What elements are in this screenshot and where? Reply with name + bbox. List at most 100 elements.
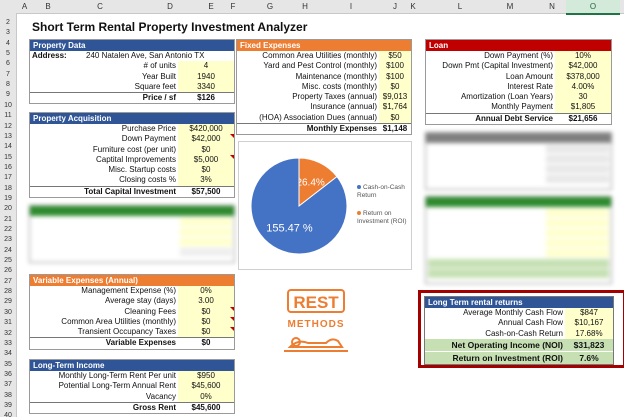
cash-on-cash-value[interactable]: 17.68% xyxy=(565,328,613,339)
variable-expenses-total[interactable]: $0 xyxy=(178,338,234,349)
yard-pest-value[interactable]: $100 xyxy=(379,61,411,72)
row-header[interactable]: 6 xyxy=(0,60,16,67)
row-header[interactable]: 24 xyxy=(0,247,16,254)
row-header[interactable]: 19 xyxy=(0,195,16,202)
row-header[interactable]: 30 xyxy=(0,309,16,316)
average-stay-value[interactable]: 3.00 xyxy=(178,296,234,307)
comment-marker[interactable] xyxy=(230,154,234,159)
startup-costs-value[interactable]: $0 xyxy=(178,165,234,176)
annual-cashflow-value[interactable]: $10,167 xyxy=(565,318,613,329)
address-value[interactable]: 240 Natalen Ave, San Antonio TX xyxy=(86,51,204,61)
monthly-rent-value[interactable]: $950 xyxy=(178,371,234,382)
row-header[interactable]: 8 xyxy=(0,81,16,88)
amortization-value[interactable]: 30 xyxy=(555,92,611,103)
row-header[interactable]: 11 xyxy=(0,112,16,119)
row-header[interactable]: 17 xyxy=(0,174,16,181)
row-header[interactable]: 9 xyxy=(0,91,16,98)
total-capital-value[interactable]: $57,500 xyxy=(178,186,234,198)
property-taxes-value[interactable]: $9,013 xyxy=(379,92,411,103)
gross-rent-value[interactable]: $45,600 xyxy=(178,402,234,414)
comment-marker[interactable] xyxy=(230,327,234,332)
col-header-l[interactable]: L xyxy=(445,2,475,11)
row-header[interactable]: 14 xyxy=(0,143,16,150)
interest-rate-value[interactable]: 4.00% xyxy=(555,81,611,93)
insurance-value[interactable]: $1,764 xyxy=(379,102,411,113)
down-payment-capital-value[interactable]: $42,000 xyxy=(555,61,611,72)
capital-improvements-value[interactable]: $5,000 xyxy=(178,154,234,166)
col-header-i[interactable]: I xyxy=(336,2,366,11)
row-header[interactable]: 16 xyxy=(0,164,16,171)
col-header-n[interactable]: N xyxy=(537,2,567,11)
col-header-h[interactable]: H xyxy=(290,2,320,11)
comment-marker[interactable] xyxy=(230,316,234,321)
col-header-b[interactable]: B xyxy=(33,2,63,11)
row-header[interactable]: 15 xyxy=(0,154,16,161)
row-header[interactable]: 32 xyxy=(0,330,16,337)
row-header[interactable]: 4 xyxy=(0,40,16,47)
row-header[interactable]: 21 xyxy=(0,216,16,223)
noi-value[interactable]: $31,823 xyxy=(565,338,613,351)
row-header[interactable]: 5 xyxy=(0,50,16,57)
row-header[interactable]: 20 xyxy=(0,205,16,212)
col-header-e[interactable]: E xyxy=(196,2,226,11)
annual-rent-value[interactable]: $45,600 xyxy=(178,381,234,392)
fixed-utilities-value[interactable]: $50 xyxy=(379,51,411,62)
row-header[interactable]: 18 xyxy=(0,185,16,192)
cleaning-fees-value[interactable]: $0 xyxy=(178,306,234,317)
year-built-value[interactable]: 1940 xyxy=(178,71,234,82)
monthly-payment-value[interactable]: $1,805 xyxy=(555,102,611,113)
returns-pie-chart[interactable]: 26.4% 155.47 % Cash-on-Cash Return Return… xyxy=(238,141,412,270)
col-header-a[interactable]: A xyxy=(17,2,32,11)
col-header-o[interactable]: O xyxy=(566,0,620,15)
management-expense-value[interactable]: 0% xyxy=(178,286,234,297)
vacancy-value[interactable]: 0% xyxy=(178,391,234,402)
comment-marker[interactable] xyxy=(230,134,234,139)
monthly-expenses-total[interactable]: $1,148 xyxy=(379,124,411,135)
row-header[interactable]: 38 xyxy=(0,392,16,399)
row-header[interactable]: 13 xyxy=(0,133,16,140)
row-header[interactable]: 27 xyxy=(0,278,16,285)
row-header[interactable]: 36 xyxy=(0,371,16,378)
down-payment-pct-value[interactable]: 10% xyxy=(555,51,611,62)
row-header[interactable]: 35 xyxy=(0,361,16,368)
row-header[interactable]: 31 xyxy=(0,319,16,326)
col-header-d[interactable]: D xyxy=(150,2,190,11)
misc-costs-value[interactable]: $0 xyxy=(379,81,411,93)
furniture-cost-value[interactable]: $0 xyxy=(178,144,234,155)
roi-value[interactable]: 7.6% xyxy=(565,351,613,364)
annual-debt-service-value[interactable]: $21,656 xyxy=(555,113,611,125)
row-header[interactable]: 25 xyxy=(0,257,16,264)
row-header[interactable]: 29 xyxy=(0,298,16,305)
row-header[interactable]: 23 xyxy=(0,236,16,243)
row-header[interactable]: 37 xyxy=(0,381,16,388)
common-utilities-value[interactable]: $0 xyxy=(178,316,234,328)
row-header[interactable]: 2 xyxy=(0,19,16,26)
row-header[interactable]: 7 xyxy=(0,71,16,78)
purchase-price-value[interactable]: $420,000 xyxy=(178,124,234,135)
row-header[interactable]: 40 xyxy=(0,412,16,419)
col-header-c[interactable]: C xyxy=(80,2,120,11)
row-header[interactable]: 28 xyxy=(0,288,16,295)
col-header-k[interactable]: K xyxy=(403,2,423,11)
row-header[interactable]: 39 xyxy=(0,402,16,409)
loan-amount-value[interactable]: $378,000 xyxy=(555,71,611,82)
row-header[interactable]: 3 xyxy=(0,29,16,36)
hoa-dues-value[interactable]: $0 xyxy=(379,112,411,124)
row-header[interactable]: 12 xyxy=(0,123,16,130)
square-feet-value[interactable]: 3340 xyxy=(178,81,234,93)
row-header[interactable]: 26 xyxy=(0,267,16,274)
row-header[interactable]: 10 xyxy=(0,102,16,109)
maintenance-value[interactable]: $100 xyxy=(379,71,411,82)
row-header[interactable]: 22 xyxy=(0,226,16,233)
closing-costs-value[interactable]: 3% xyxy=(178,175,234,186)
comment-marker[interactable] xyxy=(230,306,234,311)
col-header-m[interactable]: M xyxy=(495,2,525,11)
price-per-sf-value[interactable]: $126 xyxy=(178,93,234,104)
row-header[interactable]: 33 xyxy=(0,340,16,347)
down-payment-value[interactable]: $42,000 xyxy=(178,134,234,145)
col-header-g[interactable]: G xyxy=(255,2,285,11)
row-header[interactable]: 34 xyxy=(0,350,16,357)
units-value[interactable]: 4 xyxy=(178,61,234,72)
occupancy-taxes-value[interactable]: $0 xyxy=(178,327,234,338)
col-header-f[interactable]: F xyxy=(225,2,241,11)
